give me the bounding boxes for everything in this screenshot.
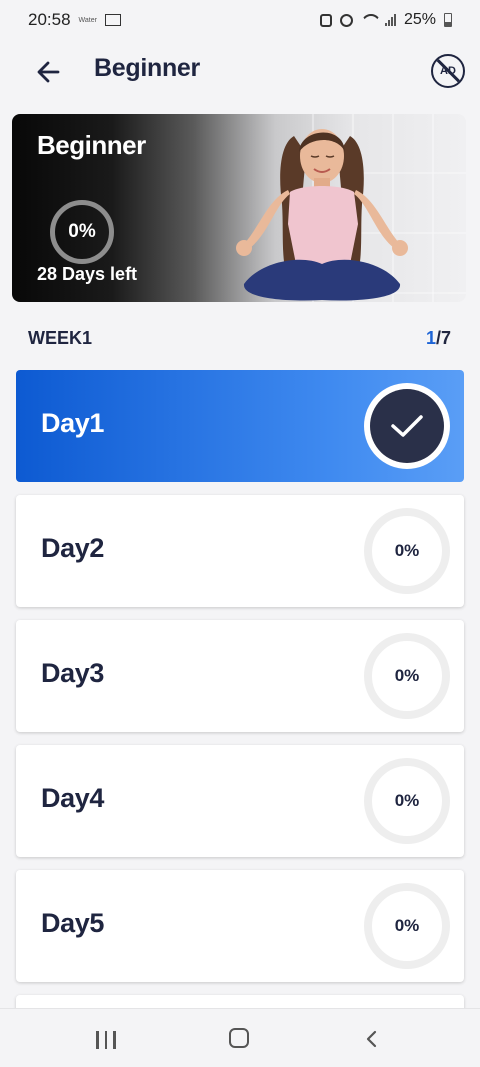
day-card-2[interactable]: Day2 0% [16, 495, 464, 607]
day-card-4[interactable]: Day4 0% [16, 745, 464, 857]
banner-progress-text: 0% [68, 221, 96, 242]
status-time: 20:58 [28, 10, 71, 29]
back-button[interactable] [34, 58, 64, 86]
arrow-left-icon [37, 61, 60, 83]
meditating-girl-image [236, 129, 408, 301]
day-progress-ring: 0% [364, 758, 450, 844]
day-progress-ring: 0% [364, 633, 450, 719]
page-title: Beginner [94, 54, 200, 82]
day-progress-text: 0% [394, 666, 420, 685]
week-counter: 1/7 [426, 328, 451, 349]
days-left-text: 28 Days left [37, 264, 138, 284]
no-ads-icon: AD [440, 65, 456, 77]
day-label: Day2 [41, 533, 104, 563]
day-label: Day4 [41, 783, 104, 813]
gmail-icon [104, 14, 121, 26]
status-bar: 20:58 Water 25% [0, 0, 480, 40]
day-progress-ring: 0% [364, 508, 450, 594]
battery-percent: 25% [403, 11, 436, 28]
banner-progress-ring: 0% [50, 200, 114, 264]
recent-apps-button[interactable] [96, 1031, 116, 1049]
alarm-icon [339, 13, 353, 27]
chevron-left-icon [366, 1030, 377, 1048]
checkmark-icon [370, 389, 444, 463]
day-progress-text: 0% [394, 541, 420, 560]
day-progress-text: 0% [394, 916, 420, 935]
day-progress-ring: 0% [364, 883, 450, 969]
banner-title: Beginner [37, 130, 146, 160]
remove-ads-button[interactable]: AD [431, 54, 465, 88]
system-nav-bar [0, 1008, 480, 1067]
top-bar: Beginner AD [0, 40, 480, 104]
status-right: 25% [319, 11, 452, 29]
day-card-5[interactable]: Day5 0% [16, 870, 464, 982]
day-progress-text: 0% [394, 791, 420, 810]
status-left: 20:58 Water [28, 10, 121, 30]
battery-icon [444, 13, 452, 27]
completed-badge [364, 383, 450, 469]
lock-icon [319, 13, 332, 27]
status-notification-text: Water [78, 16, 97, 24]
day-label: Day5 [41, 908, 104, 938]
day-card-3[interactable]: Day3 0% [16, 620, 464, 732]
home-button[interactable] [229, 1028, 249, 1048]
week-total: /7 [435, 328, 451, 348]
plan-banner: Beginner 0% 28 Days left [12, 114, 466, 302]
system-back-button[interactable] [364, 1030, 380, 1048]
signal-icon [384, 14, 396, 26]
week-current: 1 [425, 328, 436, 348]
day-card-1[interactable]: Day1 [16, 370, 464, 482]
day-label: Day3 [41, 658, 104, 688]
wifi-icon [361, 14, 377, 26]
day-label: Day1 [41, 408, 104, 438]
week-label: WEEK1 [28, 328, 93, 348]
